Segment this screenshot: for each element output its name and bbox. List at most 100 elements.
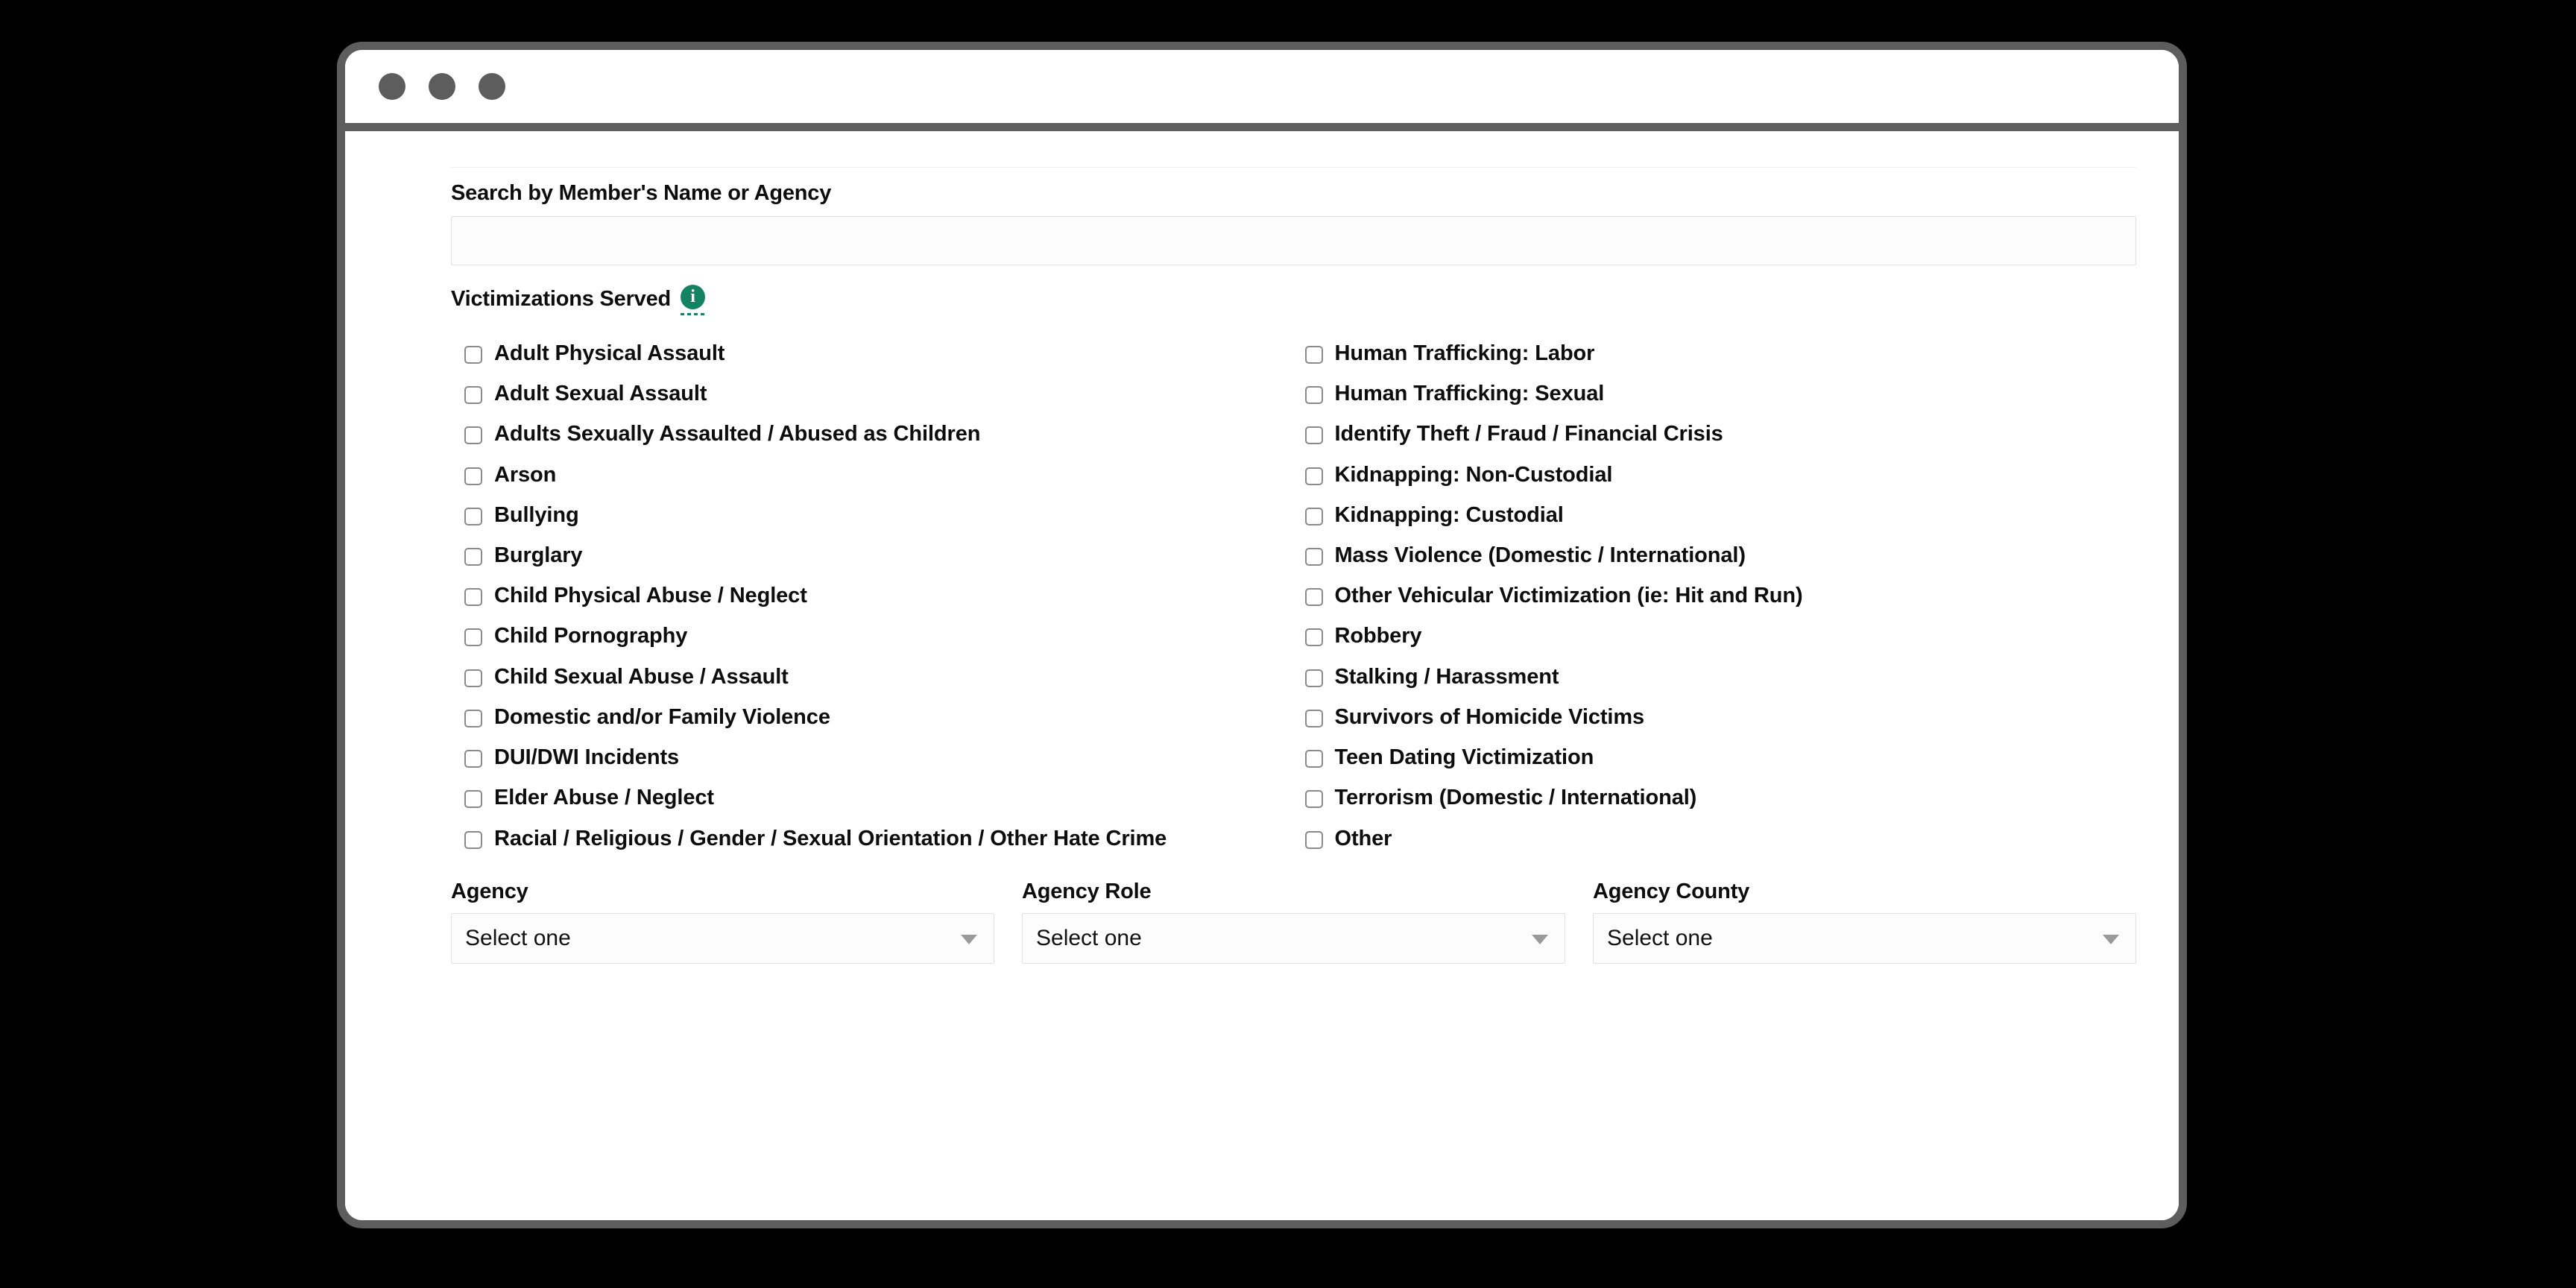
checkbox-row[interactable]: DUI/DWI Incidents [464,745,1294,770]
checkbox-row[interactable]: Adults Sexually Assaulted / Abused as Ch… [464,421,1294,446]
checkbox-box[interactable] [464,345,482,364]
agency-role-select[interactable]: Select one [1022,912,1565,964]
checkbox-row[interactable]: Burglary [464,543,1294,568]
checkbox-box[interactable] [464,386,482,405]
checkbox-box[interactable] [464,790,482,809]
checkbox-box[interactable] [1304,669,1323,687]
checkbox-box[interactable] [1304,547,1323,566]
checkbox-label[interactable]: Adult Sexual Assault [494,381,707,406]
page-viewport: Search by Member's Name or Agency Victim… [345,131,2179,1220]
agency-county-select-value: Select one [1607,925,1713,950]
checkbox-box[interactable] [1304,830,1323,849]
checkbox-box[interactable] [464,628,482,647]
checkbox-box[interactable] [464,547,482,566]
checkbox-row[interactable]: Survivors of Homicide Victims [1304,704,2137,730]
checkbox-box[interactable] [464,588,482,607]
victimizations-label-row: Victimizations Served i [451,284,2136,315]
checkbox-row[interactable]: Racial / Religious / Gender / Sexual Ori… [464,826,1232,851]
checkbox-box[interactable] [464,426,482,445]
checkbox-label[interactable]: Burglary [494,543,583,568]
checkbox-label[interactable]: Child Pornography [494,623,687,648]
checkbox-label[interactable]: Other Vehicular Victimization (ie: Hit a… [1335,583,1803,608]
checkbox-row[interactable]: Domestic and/or Family Violence [464,704,1294,730]
checkbox-box[interactable] [1304,507,1323,525]
maximize-dot[interactable] [479,73,505,100]
checkbox-box[interactable] [1304,790,1323,809]
checkbox-box[interactable] [464,669,482,687]
checkbox-label[interactable]: Bullying [494,502,579,528]
checkbox-box[interactable] [1304,750,1323,768]
chevron-down-icon[interactable] [2103,934,2119,944]
checkbox-row[interactable]: Human Trafficking: Labor [1304,341,2137,366]
checkbox-box[interactable] [464,507,482,525]
checkbox-label[interactable]: Elder Abuse / Neglect [494,785,714,810]
agency-select-group: Agency Select one [451,880,994,964]
checkbox-box[interactable] [1304,345,1323,364]
checkbox-row[interactable]: Mass Violence (Domestic / International) [1304,543,2137,568]
checkbox-row[interactable]: Identify Theft / Fraud / Financial Crisi… [1304,421,2137,446]
checkbox-box[interactable] [1304,467,1323,485]
checkbox-label[interactable]: Racial / Religious / Gender / Sexual Ori… [494,826,1167,851]
checkbox-box[interactable] [464,750,482,768]
checkbox-label[interactable]: Stalking / Harassment [1335,664,1559,689]
checkbox-label[interactable]: Survivors of Homicide Victims [1335,704,1645,730]
checkbox-row[interactable]: Other Vehicular Victimization (ie: Hit a… [1304,583,2137,608]
checkbox-row[interactable]: Terrorism (Domestic / International) [1304,785,2137,810]
agency-county-select[interactable]: Select one [1593,912,2136,964]
checkbox-box[interactable] [1304,709,1323,727]
checkbox-label[interactable]: Kidnapping: Non-Custodial [1335,462,1613,487]
agency-role-select-label: Agency Role [1022,879,1152,903]
checkbox-label[interactable]: Adults Sexually Assaulted / Abused as Ch… [494,421,980,446]
checkbox-row[interactable]: Child Pornography [464,623,1294,648]
agency-select-label: Agency [451,879,528,903]
checkbox-label[interactable]: Other [1335,826,1392,851]
checkbox-row[interactable]: Bullying [464,502,1294,528]
checkbox-label[interactable]: Arson [494,462,556,487]
search-field-label: Search by Member's Name or Agency [451,181,832,205]
checkbox-label[interactable]: Identify Theft / Fraud / Financial Crisi… [1335,421,1723,446]
checkbox-label[interactable]: Domestic and/or Family Violence [494,704,830,730]
checkbox-row[interactable]: Other [1304,826,2137,851]
checkbox-row[interactable]: Teen Dating Victimization [1304,745,2137,770]
checkbox-label[interactable]: Child Physical Abuse / Neglect [494,583,807,608]
checkbox-box[interactable] [464,467,482,485]
info-icon-wrapper[interactable]: i [681,284,706,315]
checkbox-row[interactable]: Kidnapping: Non-Custodial [1304,462,2137,487]
checkbox-row[interactable]: Child Physical Abuse / Neglect [464,583,1294,608]
checkbox-row[interactable]: Adult Physical Assault [464,341,1294,366]
checkbox-row[interactable]: Robbery [1304,623,2137,648]
checkbox-row[interactable]: Child Sexual Abuse / Assault [464,664,1294,689]
checkbox-box[interactable] [1304,588,1323,607]
info-tooltip-underline [681,312,706,315]
checkbox-label[interactable]: Robbery [1335,623,1422,648]
victimizations-label: Victimizations Served [451,287,672,312]
checkbox-box[interactable] [1304,386,1323,405]
search-input[interactable] [451,215,2136,265]
agency-select-value: Select one [465,925,571,950]
checkbox-label[interactable]: Child Sexual Abuse / Assault [494,664,789,689]
checkbox-row[interactable]: Stalking / Harassment [1304,664,2137,689]
checkbox-row[interactable]: Elder Abuse / Neglect [464,785,1294,810]
checkbox-row[interactable]: Adult Sexual Assault [464,381,1294,406]
checkbox-row[interactable]: Kidnapping: Custodial [1304,502,2137,528]
checkbox-label[interactable]: Mass Violence (Domestic / International) [1335,543,1746,568]
checkbox-label[interactable]: Adult Physical Assault [494,341,724,366]
checkbox-row[interactable]: Human Trafficking: Sexual [1304,381,2137,406]
checkbox-box[interactable] [1304,628,1323,647]
checkbox-box[interactable] [464,709,482,727]
chevron-down-icon[interactable] [961,934,977,944]
checkbox-label[interactable]: Kidnapping: Custodial [1335,502,1564,528]
agency-select[interactable]: Select one [451,912,994,964]
checkbox-label[interactable]: Human Trafficking: Sexual [1335,381,1605,406]
info-icon[interactable]: i [681,284,706,309]
checkbox-box[interactable] [1304,426,1323,445]
checkbox-label[interactable]: Teen Dating Victimization [1335,745,1594,770]
checkbox-label[interactable]: DUI/DWI Incidents [494,745,679,770]
checkbox-label[interactable]: Human Trafficking: Labor [1335,341,1595,366]
chevron-down-icon[interactable] [1532,934,1548,944]
checkbox-box[interactable] [464,830,482,849]
close-dot[interactable] [379,73,405,100]
minimize-dot[interactable] [429,73,455,100]
checkbox-row[interactable]: Arson [464,462,1294,487]
checkbox-label[interactable]: Terrorism (Domestic / International) [1335,785,1697,810]
